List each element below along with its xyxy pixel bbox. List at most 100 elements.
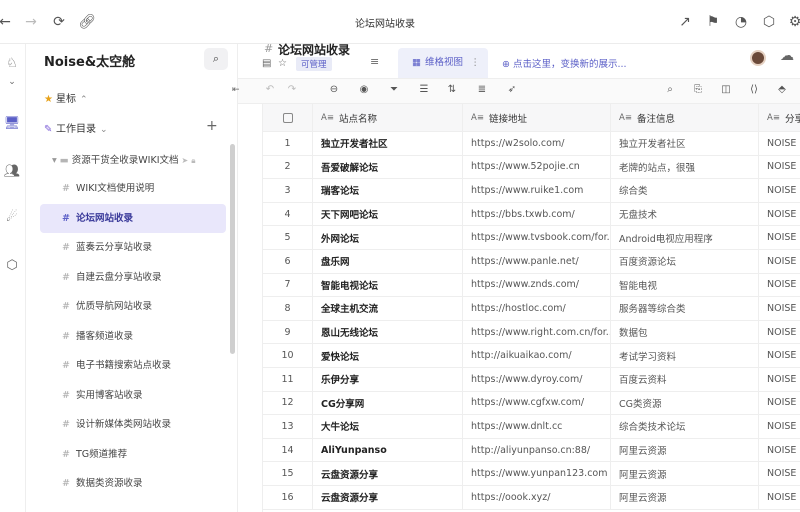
widget-icon[interactable]: ⬘ [774, 84, 790, 95]
table-row[interactable]: 10 爱快论坛 http://aikuaikao.com/考试学习资料 NOISE [263, 344, 800, 368]
cell-site-name[interactable]: AliYunpanso [313, 438, 463, 462]
table-row[interactable]: 14 AliYunpanso http://aliyunpanso.cn:88/阿里… [263, 438, 800, 463]
cell-note[interactable]: 阿里云资源 [611, 486, 759, 509]
cell-share[interactable]: NOISE [759, 274, 800, 297]
cell-share[interactable]: NOISE [759, 132, 800, 155]
columns-icon[interactable]: ◫ [718, 84, 734, 95]
sidebar-item-wiki-guide[interactable]: # WIKI文档使用说明 [40, 174, 226, 203]
row-index[interactable]: 4 [263, 202, 313, 226]
cell-share[interactable]: NOISE [759, 321, 800, 344]
avatar[interactable] [750, 50, 766, 66]
cell-site-name[interactable]: 云盘资源分享 [313, 486, 463, 509]
cell-note[interactable]: 服务器等综合类 [611, 297, 759, 320]
search-button[interactable]: ⌕ [204, 48, 228, 70]
table-row[interactable]: 1 独立开发者社区 https://w2solo.com/独立开发者社区 NOISE [263, 132, 800, 156]
cell-site-name[interactable]: 天下网吧论坛 [313, 202, 463, 226]
sidebar-item-selfhosted[interactable]: # 自建云盘分享站收录 [40, 263, 226, 292]
share-link-icon[interactable]: ➶ [504, 84, 520, 95]
forward-icon[interactable]: → [22, 13, 40, 31]
desktop-icon[interactable]: 🖥︎ [2, 114, 22, 134]
cell-share[interactable]: NOISE [759, 179, 800, 202]
cell-note[interactable]: CG类资源 [611, 391, 759, 415]
cell-url[interactable]: https://www.right.com.cn/for... [463, 320, 611, 344]
settings-icon[interactable]: ⚙ [786, 13, 800, 31]
cell-note[interactable]: 综合类技术论坛 [611, 415, 759, 438]
row-index[interactable]: 15 [263, 462, 313, 485]
cell-note[interactable]: 阿里云资源 [611, 438, 759, 462]
cell-url[interactable]: https://oook.xyz/ [463, 486, 611, 509]
sidebar-scrollbar[interactable] [230, 144, 235, 354]
cell-url[interactable]: https://www.dyroy.com/ [463, 368, 611, 391]
sidebar-item-data[interactable]: # 数据类资源收录 [40, 469, 226, 498]
select-all-cell[interactable] [263, 104, 313, 131]
column-header-note[interactable]: A≡ 备注信息 [611, 104, 759, 131]
view-icon[interactable]: ◉ [356, 84, 372, 95]
cell-url[interactable]: https://w2solo.com/ [463, 132, 611, 155]
row-index[interactable]: 5 [263, 226, 313, 249]
row-index[interactable]: 16 [263, 486, 313, 509]
table-row[interactable]: 13 大牛论坛 https://www.dnlt.cc 综合类技术论坛 NOISE [263, 415, 800, 439]
row-index[interactable]: 14 [263, 438, 313, 462]
share-icon[interactable]: ↗ [676, 13, 694, 31]
cell-site-name[interactable]: CG分享网 [313, 391, 463, 415]
cell-share[interactable]: NOISE [759, 415, 800, 438]
row-index[interactable]: 3 [263, 179, 313, 202]
cell-url[interactable]: http://aikuaikao.com/ [463, 344, 611, 367]
cell-url[interactable]: http://aliyunpanso.cn:88/ [463, 438, 611, 462]
members-icon[interactable]: 👥︎ [2, 162, 22, 182]
cell-url[interactable]: https://hostloc.com/ [463, 297, 611, 320]
cell-site-name[interactable]: 盘乐网 [313, 250, 463, 273]
cell-note[interactable]: 无盘技术 [611, 202, 759, 226]
cell-share[interactable]: NOISE [759, 297, 800, 320]
description-icon[interactable]: ▤ [262, 58, 271, 69]
cell-url[interactable]: https://www.cgfxw.com/ [463, 391, 611, 415]
row-index[interactable]: 10 [263, 344, 313, 367]
table-row[interactable]: 8 全球主机交流 https://hostloc.com/服务器等综合类 NOISE [263, 297, 800, 321]
row-index[interactable]: 6 [263, 250, 313, 273]
hexagon-settings-icon[interactable]: ⬡ [2, 256, 22, 276]
cell-share[interactable]: NOISE [759, 439, 800, 462]
cell-site-name[interactable]: 吾爱破解论坛 [313, 155, 463, 179]
cell-site-name[interactable]: 瑞客论坛 [313, 179, 463, 202]
cell-share[interactable]: NOISE [759, 250, 800, 273]
sidebar-item-telegram[interactable]: # TG频道推荐 [40, 440, 226, 469]
tree-folder-wiki[interactable]: ▾ ▬ 资源干货全收录WIKI文档 ➤ 🔒︎ [52, 152, 195, 166]
cell-site-name[interactable]: 全球主机交流 [313, 297, 463, 320]
table-row[interactable]: 16 云盘资源分享 https://oook.xyz/阿里云资源 NOISE [263, 486, 800, 510]
tab-grid-view[interactable]: ▦ 维格视图 ⋮ [398, 48, 488, 78]
collapse-sidebar-icon[interactable]: ⇤ [232, 85, 240, 95]
link-icon[interactable]: 🔗︎ [78, 13, 96, 31]
cloud-icon[interactable]: ☁ [780, 48, 794, 64]
cell-note[interactable]: Android电视应用程序 [611, 226, 759, 249]
add-view-button[interactable]: ⊕ 点击这里，变换新的展示... [502, 56, 627, 70]
search-icon[interactable]: ⌕ [662, 84, 678, 95]
cell-note[interactable]: 综合类 [611, 179, 759, 202]
cell-site-name[interactable]: 恩山无线论坛 [313, 320, 463, 344]
cell-site-name[interactable]: 大牛论坛 [313, 415, 463, 438]
cell-note[interactable]: 智能电视 [611, 273, 759, 297]
cell-note[interactable]: 独立开发者社区 [611, 132, 759, 155]
hidden-fields-icon[interactable]: ⊖ [326, 84, 342, 95]
row-index[interactable]: 12 [263, 391, 313, 415]
cell-site-name[interactable]: 独立开发者社区 [313, 132, 463, 155]
sidebar-item-navigation[interactable]: # 优质导航网站收录 [40, 292, 226, 321]
undo-icon[interactable]: ↶ [262, 84, 278, 95]
row-index[interactable]: 9 [263, 320, 313, 344]
redo-icon[interactable]: ↷ [284, 84, 300, 95]
table-row[interactable]: 9 恩山无线论坛 https://www.right.com.cn/for... 数据… [263, 320, 800, 345]
cell-site-name[interactable]: 乐伊分享 [313, 368, 463, 391]
column-header-url[interactable]: A≡ 链接地址 [463, 104, 611, 131]
row-height-icon[interactable]: ≣ [474, 84, 490, 95]
cell-share[interactable]: NOISE [759, 368, 800, 391]
cell-url[interactable]: https://bbs.txwb.com/ [463, 202, 611, 226]
star-outline-icon[interactable]: ☆ [278, 58, 287, 69]
api-icon[interactable]: ⎘ [690, 84, 706, 95]
group-icon[interactable]: ☰ [416, 84, 432, 95]
table-row[interactable]: 2 吾爱破解论坛 https://www.52pojie.cn 老牌的站点，很强 NOI… [263, 155, 800, 180]
more-icon[interactable]: ⋮ [471, 48, 481, 78]
menu-icon[interactable]: ≡ [370, 55, 379, 68]
cell-url[interactable]: https://www.yunpan123.com [463, 462, 611, 485]
row-index[interactable]: 2 [263, 155, 313, 179]
code-icon[interactable]: ⟨⟩ [746, 84, 762, 95]
sort-icon[interactable]: ⇅ [444, 84, 460, 95]
